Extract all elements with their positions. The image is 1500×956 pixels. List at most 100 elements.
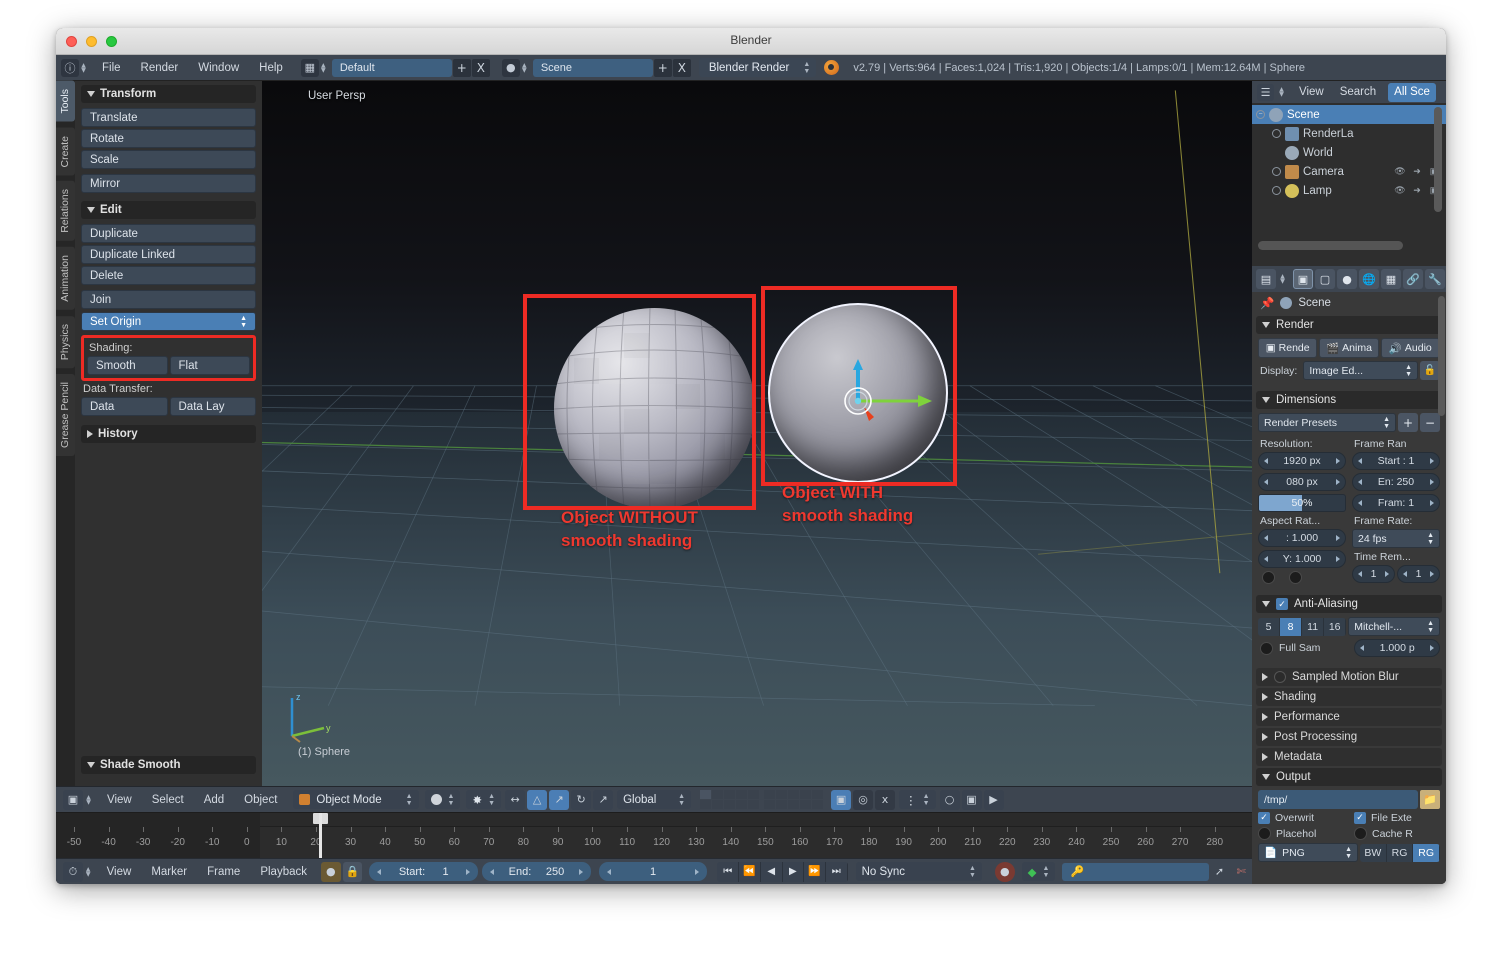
tab-modifiers-properties[interactable]: 🔧: [1425, 269, 1445, 289]
tab-scene-properties[interactable]: ●: [1337, 269, 1357, 289]
lock-interface-icon[interactable]: 🔓: [1420, 361, 1440, 380]
file-extensions-toggle[interactable]: ✓ File Exte: [1354, 812, 1440, 824]
pivot-point-selector[interactable]: ✸ ▲ ▼: [466, 790, 502, 809]
render-engine-selector[interactable]: Blender Render ▲ ▼: [698, 58, 817, 77]
editor-type-outliner-icon[interactable]: ☰: [1257, 83, 1274, 101]
aa-samples-5[interactable]: 5: [1258, 617, 1281, 636]
aa-samples-16[interactable]: 16: [1324, 617, 1347, 636]
color-mode-bw[interactable]: BW: [1360, 843, 1387, 862]
resolution-x-field[interactable]: 1920 px: [1258, 452, 1346, 470]
remove-screen-layout-button[interactable]: X: [471, 58, 490, 77]
increment-icon[interactable]: [1430, 645, 1434, 651]
outliner-menu-view[interactable]: View: [1292, 83, 1331, 101]
snap-magnet-icon[interactable]: x: [875, 789, 896, 810]
visibility-eye-icon[interactable]: 👁: [1393, 184, 1407, 198]
increment-icon[interactable]: [1336, 535, 1340, 541]
delete-keyframe-icon[interactable]: ✄: [1231, 862, 1251, 882]
color-mode-rgba[interactable]: RG: [1413, 843, 1440, 862]
render-audio-button[interactable]: 🔊 Audio: [1380, 338, 1440, 358]
increment-icon[interactable]: [1385, 571, 1389, 577]
outliner-row-renderlayer[interactable]: RenderLa: [1252, 124, 1446, 143]
scale-button[interactable]: Scale: [81, 150, 256, 169]
aa-filter-size-field[interactable]: 1.000 p: [1354, 639, 1440, 657]
viewport-menu-object[interactable]: Object: [234, 791, 287, 809]
increment-icon[interactable]: [1336, 556, 1340, 562]
decrement-icon[interactable]: [1358, 500, 1362, 506]
display-mode-selector[interactable]: Image Ed... ▲ ▼: [1303, 361, 1418, 380]
decrement-icon[interactable]: [490, 868, 495, 875]
panel-header-output[interactable]: Output: [1256, 768, 1442, 786]
previous-keyframe-button[interactable]: ⏪: [739, 861, 761, 882]
render-image-button[interactable]: ▣ Rende: [1258, 338, 1318, 358]
tab-editor-type-properties-icon[interactable]: ▤: [1256, 269, 1276, 289]
aspect-x-field[interactable]: : 1.000: [1258, 529, 1346, 547]
decrement-icon[interactable]: [1360, 645, 1365, 651]
render-opengl-anim-icon[interactable]: ▶: [983, 789, 1004, 810]
aa-filter-selector[interactable]: Mitchell-... ▲ ▼: [1348, 617, 1440, 636]
manipulator-scale-icon[interactable]: ↗: [593, 789, 614, 810]
frame-rate-selector[interactable]: 24 fps ▲ ▼: [1352, 529, 1440, 548]
tab-grease-pencil[interactable]: Grease Pencil: [56, 373, 75, 456]
outliner-row-camera[interactable]: Camera 👁 ➜ ▣: [1252, 162, 1446, 181]
motion-blur-checkbox[interactable]: [1274, 671, 1286, 683]
play-reverse-button[interactable]: ◀: [760, 861, 783, 882]
data-layout-button[interactable]: Data Lay: [169, 397, 256, 416]
render-animation-button[interactable]: 🎬 Anima: [1319, 338, 1379, 358]
sync-mode-selector[interactable]: No Sync ▲ ▼: [855, 862, 982, 881]
play-button[interactable]: ▶: [782, 861, 805, 882]
auto-keyframe-icon[interactable]: ●: [321, 861, 341, 882]
decrement-icon[interactable]: [377, 868, 382, 875]
delete-button[interactable]: Delete: [81, 266, 256, 285]
cache-result-toggle[interactable]: Cache R: [1354, 827, 1440, 840]
scene-spinner-icon[interactable]: ▲ ▼: [520, 62, 529, 73]
timeline-menu-view[interactable]: View: [97, 863, 142, 881]
decrement-icon[interactable]: [1264, 458, 1268, 464]
panel-header-edit[interactable]: Edit: [81, 201, 256, 219]
increment-icon[interactable]: [1430, 479, 1434, 485]
decrement-icon[interactable]: [1358, 479, 1362, 485]
tab-tools[interactable]: Tools: [56, 81, 75, 122]
outliner-row-scene[interactable]: − Scene: [1252, 105, 1446, 124]
panel-header-performance[interactable]: Performance: [1256, 708, 1442, 726]
add-screen-layout-button[interactable]: +: [452, 58, 471, 77]
menu-file[interactable]: File: [92, 59, 131, 77]
add-scene-button[interactable]: +: [653, 58, 672, 77]
timeline-menu-marker[interactable]: Marker: [141, 863, 197, 881]
tab-object-properties[interactable]: ▦: [1381, 269, 1401, 289]
decrement-icon[interactable]: [1264, 535, 1268, 541]
shade-smooth-button[interactable]: Smooth: [87, 356, 168, 375]
duplicate-button[interactable]: Duplicate: [81, 224, 256, 243]
tab-relations[interactable]: Relations: [56, 181, 75, 241]
collapse-icon[interactable]: −: [1256, 110, 1265, 119]
scene-browse-icon[interactable]: ●: [501, 58, 520, 77]
decrement-icon[interactable]: [1264, 556, 1268, 562]
antialiasing-checkbox[interactable]: ✓: [1276, 598, 1288, 610]
time-remap-old-field[interactable]: 1: [1352, 565, 1395, 583]
render-presets-selector[interactable]: Render Presets ▲ ▼: [1258, 413, 1396, 432]
increment-icon[interactable]: [1430, 458, 1434, 464]
outliner-vertical-scrollbar[interactable]: [1434, 107, 1442, 212]
timeline-editor[interactable]: -50 -40 -30 -20 -10 0 10 20 30 40 50 60 70 80 90 100 110…: [56, 812, 1252, 858]
scene-locked-icon[interactable]: ▣: [831, 789, 852, 810]
editor-type-spinner-icon[interactable]: ▲ ▼: [79, 62, 88, 73]
manipulator-translate-icon[interactable]: ↗: [549, 789, 570, 810]
visibility-eye-icon[interactable]: 👁: [1393, 165, 1407, 179]
menu-help[interactable]: Help: [249, 59, 293, 77]
placeholders-toggle[interactable]: Placehol: [1258, 827, 1344, 840]
editor-type-info-icon[interactable]: ⓘ: [61, 58, 79, 77]
data-button[interactable]: Data: [81, 397, 168, 416]
snap-target-selector[interactable]: ⋮ ▲ ▼: [899, 790, 936, 809]
outliner-display-mode[interactable]: All Sce: [1388, 82, 1436, 102]
increment-icon[interactable]: [578, 868, 583, 875]
increment-icon[interactable]: [1336, 479, 1340, 485]
remove-preset-button[interactable]: −: [1420, 413, 1440, 432]
expand-icon[interactable]: [1272, 129, 1281, 138]
decrement-icon[interactable]: [1264, 479, 1268, 485]
add-preset-button[interactable]: +: [1398, 413, 1418, 432]
tab-constraints-properties[interactable]: 🔗: [1403, 269, 1423, 289]
menu-window[interactable]: Window: [188, 59, 249, 77]
panel-header-antialiasing[interactable]: ✓ Anti-Aliasing: [1256, 595, 1442, 613]
outliner-horizontal-scrollbar[interactable]: [1258, 241, 1403, 250]
panel-header-dimensions[interactable]: Dimensions: [1256, 391, 1442, 409]
timeline-playhead[interactable]: [319, 813, 322, 858]
